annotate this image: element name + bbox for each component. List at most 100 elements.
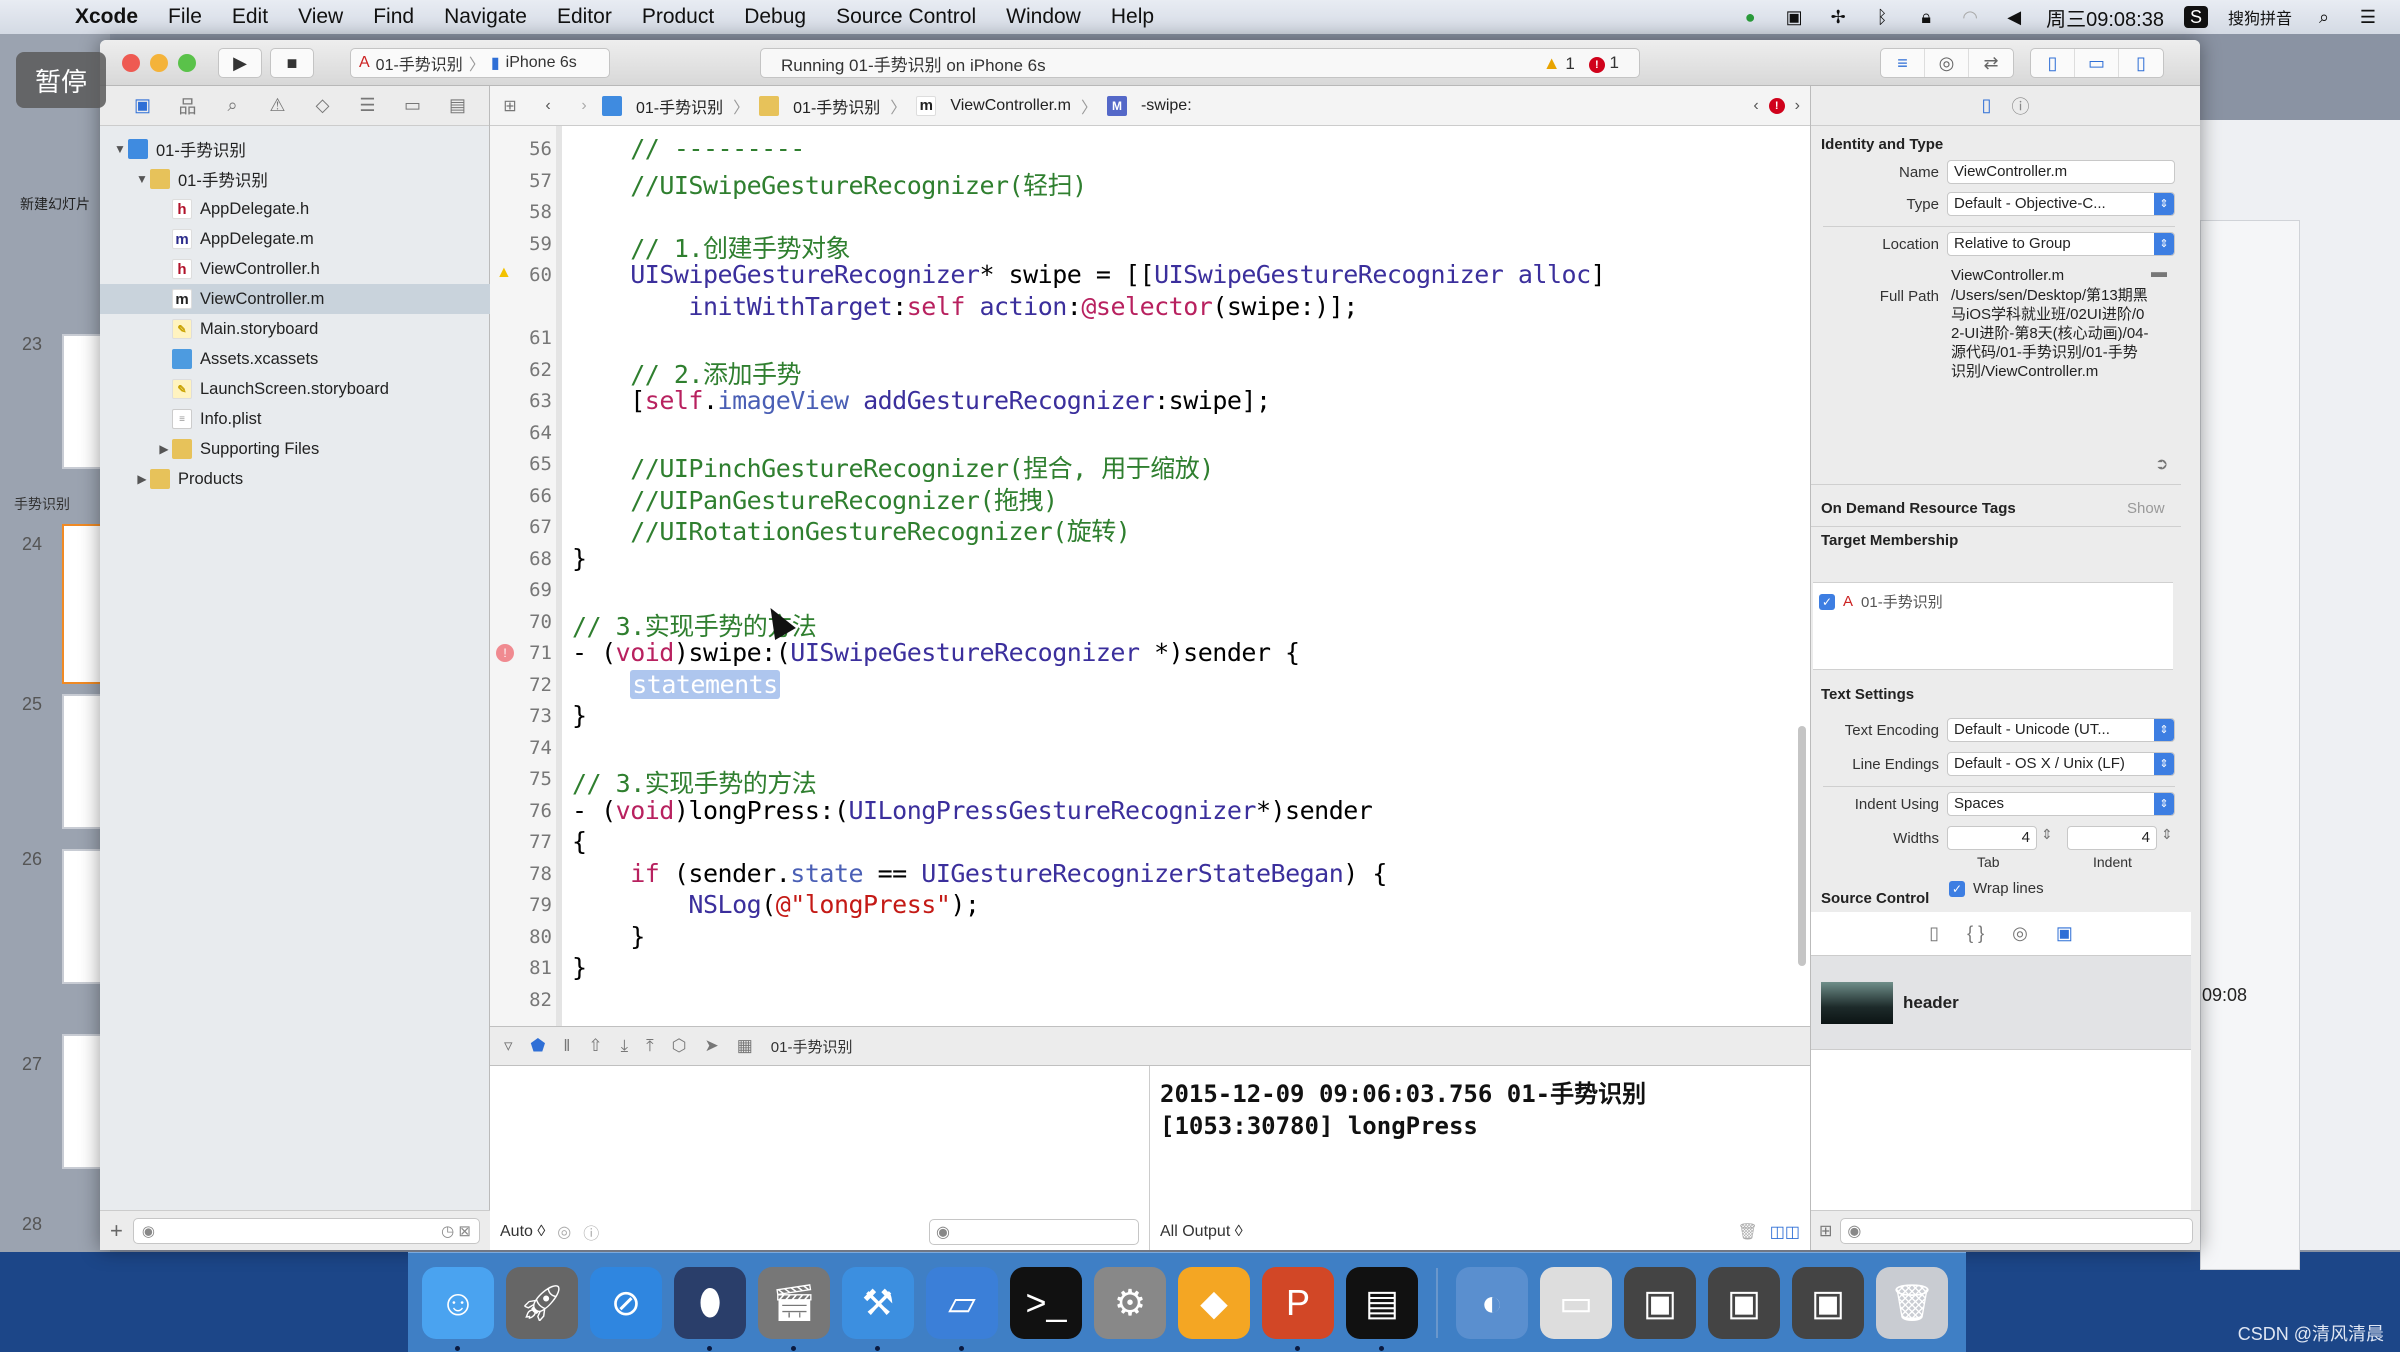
dock-trash-icon[interactable]: 🗑︎ [1876,1266,1948,1339]
input-method[interactable]: 搜狗拼音 [2228,5,2292,29]
file-tree-item[interactable]: m ViewController.m [100,284,490,314]
find-navigator-tab-icon[interactable]: ⌕ [210,95,255,116]
back-button[interactable]: ‹ [530,97,566,115]
clock[interactable]: 周三09:08:38 [2046,3,2164,32]
type-popup[interactable]: Default - Objective-C... ⇕ [1947,192,2175,216]
pause-icon[interactable]: ‖ [563,1036,570,1056]
menu-navigate[interactable]: Navigate [429,5,542,29]
line-number[interactable]: 69 [490,579,552,601]
wrap-lines-row[interactable]: ✓ Wrap lines [1949,880,2044,897]
line-number[interactable]: 61 [490,327,552,349]
pause-badge[interactable]: 暂停 [16,52,106,108]
menu-file[interactable]: File [153,5,217,29]
file-tree-item[interactable]: ✎ Main.storyboard [100,314,490,344]
line-number[interactable]: 70 [490,611,552,633]
dock-safari-icon[interactable]: ⊘ [590,1266,662,1339]
indent-width-field[interactable]: 4 [2067,826,2157,850]
menu-view[interactable]: View [283,5,358,29]
section-label[interactable]: 手势识别 [14,494,70,514]
dock-xcode-icon[interactable]: ⚒ [842,1266,914,1351]
warning-marker-icon[interactable]: ▲ [496,264,512,282]
line-number[interactable]: 73 [490,705,552,727]
close-window-button[interactable] [122,54,140,72]
menu-find[interactable]: Find [358,5,429,29]
encoding-popup[interactable]: Default - Unicode (UT... ⇕ [1947,718,2175,742]
line-number[interactable]: 62 [490,359,552,381]
standard-editor-icon[interactable]: ≡ [1881,49,1925,77]
stop-button[interactable]: ■ [270,48,314,78]
line-number[interactable]: 76 [490,800,552,822]
file-tree-item[interactable]: h ViewController.h [100,254,490,284]
debug-navigator-tab-icon[interactable]: ☰ [345,95,390,116]
menu-window[interactable]: Window [991,5,1096,29]
symbol-navigator-tab-icon[interactable]: 品 [165,93,210,119]
line-number[interactable]: 67 [490,516,552,538]
odr-show-button[interactable]: Show [2127,500,2165,517]
camera-status-icon[interactable]: ▣ [1782,6,1806,28]
folder-browse-icon[interactable]: ▬ [2151,264,2167,282]
menu-edit[interactable]: Edit [217,5,283,29]
toggle-utilities-icon[interactable]: ▯ [2119,49,2163,77]
dock-launchpad-icon[interactable]: 🚀︎ [506,1266,578,1339]
menu-product[interactable]: Product [627,5,729,29]
menu-help[interactable]: Help [1096,5,1169,29]
wifi-icon[interactable]: ◠ [1958,6,1982,28]
file-tree-item[interactable]: ▶ Supporting Files [100,434,490,464]
minimize-window-button[interactable] [150,54,168,72]
code-line[interactable]: } [572,922,645,951]
object-library-icon[interactable]: ◎ [2012,923,2028,944]
menu-editor[interactable]: Editor [542,5,627,29]
line-number[interactable]: 80 [490,926,552,948]
dock-screen1-icon[interactable]: ▣ [1624,1266,1696,1339]
disclosure-triangle-icon[interactable]: ▼ [134,172,150,186]
vars-mode-select[interactable]: Auto ◊ [500,1223,545,1241]
console-view[interactable]: 2015-12-09 09:06:03.756 01-手势识别 [1053:30… [1150,1066,1810,1250]
network-status-icon[interactable]: ✢ [1826,6,1850,28]
code-snippet-library-icon[interactable]: { } [1967,923,1984,944]
line-number-gutter[interactable]: 56 57 58 59 60 ▲ 61 62 63 64 65 66 67 68 69 70 71! 72 73 74… [490,126,562,1026]
next-issue-button[interactable]: › [1795,97,1800,115]
disclosure-triangle-icon[interactable]: ▶ [134,472,150,486]
dock-finder-icon[interactable]: ☺ [422,1266,494,1351]
code-line[interactable]: //UIRotationGestureRecognizer(旋转) [572,512,1131,548]
navigator-filter-input[interactable]: ◉ ◷ ⊠ [132,1217,480,1244]
file-tree-item[interactable]: ▼ 01-手势识别 [100,164,490,194]
file-tree-item[interactable]: Assets.xcassets [100,344,490,374]
code-line[interactable]: if (sender.state == UIGestureRecognizerS… [572,859,1387,888]
bluetooth-icon[interactable]: ᛒ [1870,6,1894,28]
line-number[interactable]: 79 [490,894,552,916]
dock-powerpoint-icon[interactable]: P [1262,1266,1334,1351]
disclosure-triangle-icon[interactable]: ▼ [112,142,128,156]
dock-terminal-icon[interactable]: >_ [1010,1266,1082,1339]
line-number[interactable]: 58 [490,201,552,223]
previous-issue-button[interactable]: ‹ [1753,97,1758,115]
target-checkbox[interactable]: ✓ [1819,593,1835,610]
line-number[interactable]: 68 [490,548,552,570]
indent-using-popup[interactable]: Spaces ⇕ [1947,792,2175,816]
location-popup[interactable]: Relative to Group ⇕ [1947,232,2175,256]
code-line[interactable]: UISwipeGestureRecognizer* swipe = [[UISw… [572,260,1605,289]
line-number[interactable]: 63 [490,390,552,412]
code-line[interactable]: - (void)longPress:(UILongPressGestureRec… [572,796,1373,825]
step-out-icon[interactable]: ⤒ [646,1036,654,1056]
source-editor[interactable]: 56 57 58 59 60 ▲ 61 62 63 64 65 66 67 68 69 70 71! 72 73 74… [490,126,1810,1026]
file-tree-item[interactable]: ▼ 01-手势识别 [100,134,490,164]
indent-width-stepper[interactable]: ⇕ [2161,826,2173,843]
lock-icon[interactable]: 🔒︎ [1914,6,1938,28]
line-number[interactable]: 72 [490,674,552,696]
error-badge[interactable]: ! 1 [1588,53,1619,73]
issue-error-icon[interactable]: ! [1768,97,1785,114]
step-into-icon[interactable]: ⤓ [621,1036,629,1056]
wrap-lines-checkbox[interactable]: ✓ [1949,880,1965,897]
version-editor-icon[interactable]: ⇄ [1969,49,2013,77]
scheme-selector[interactable]: A 01-手势识别 〉 ▮ iPhone 6s [350,48,610,78]
notification-center-icon[interactable]: ☰ [2356,6,2380,28]
name-field[interactable]: ViewController.m [1947,160,2175,184]
menu-source-control[interactable]: Source Control [821,5,991,29]
line-endings-popup[interactable]: Default - OS X / Unix (LF) ⇕ [1947,752,2175,776]
info-icon[interactable]: ⓘ [583,1220,599,1244]
project-navigator-tab-icon[interactable]: ▣ [120,95,165,116]
dock-system-preferences-icon[interactable]: ⚙ [1094,1266,1166,1339]
code-line[interactable]: statements [572,669,780,699]
grid-view-icon[interactable]: ⊞ [1819,1221,1832,1241]
